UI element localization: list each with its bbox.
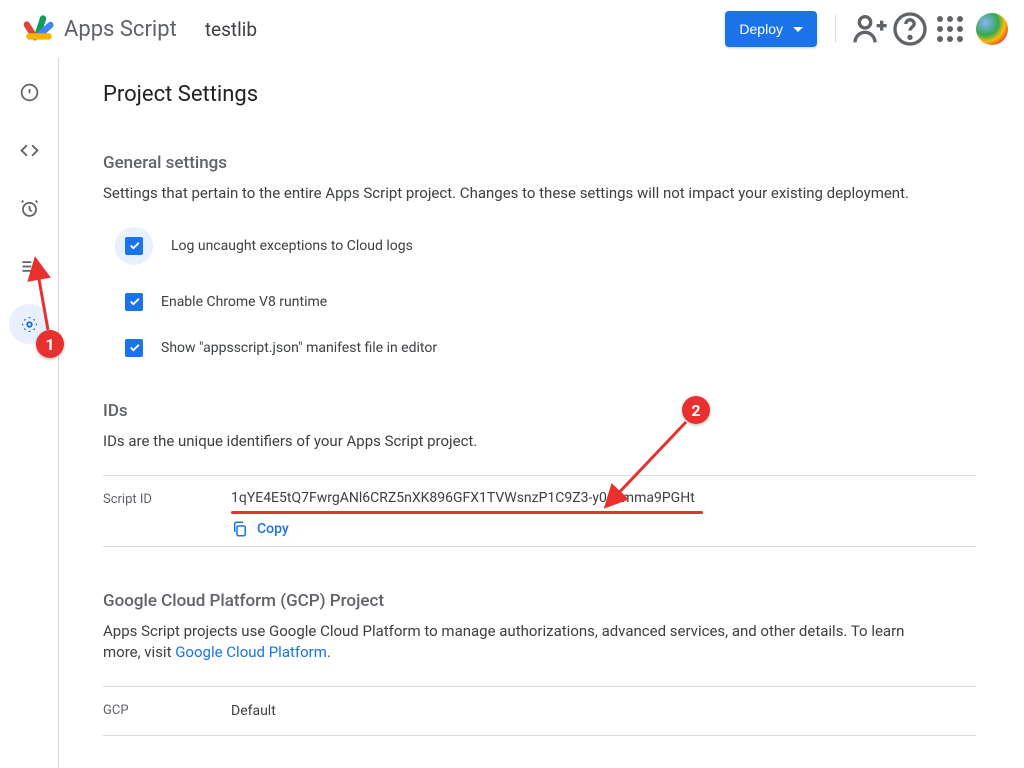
id-row: Script ID 1qYE4E5tQ7FwrgANl6CRZ5nXK896GF…	[103, 476, 976, 547]
main-content: Project Settings General settings Settin…	[59, 58, 1024, 768]
option-row: Enable Chrome V8 runtime	[125, 293, 976, 311]
section-gcp: Google Cloud Platform (GCP) Project Apps…	[103, 591, 976, 737]
section-title: IDs	[103, 401, 976, 421]
script-id-value: 1qYE4E5tQ7FwrgANl6CRZ5nXK896GFX1TVWsnzP1…	[231, 490, 695, 538]
deploy-button[interactable]: Deploy	[725, 11, 817, 47]
checkbox-halo	[115, 227, 153, 265]
section-desc: Apps Script projects use Google Cloud Pl…	[103, 621, 923, 665]
checkbox-label: Enable Chrome V8 runtime	[161, 294, 327, 310]
option-row: Log uncaught exceptions to Cloud logs	[115, 227, 976, 265]
gcp-value: Default	[231, 703, 276, 719]
app-name: Apps Script	[64, 17, 177, 42]
account-avatar[interactable]	[976, 13, 1008, 45]
checkbox[interactable]	[125, 339, 143, 357]
annotation-badge-1: 1	[36, 330, 64, 358]
apps-script-logo-icon	[22, 12, 56, 46]
gcp-key: GCP	[103, 703, 231, 719]
gcp-link[interactable]: Google Cloud Platform	[175, 643, 327, 661]
nav-rail	[0, 58, 59, 768]
copy-button[interactable]: Copy	[231, 520, 695, 538]
apps-grid-icon[interactable]	[930, 9, 970, 49]
checkbox-label: Show "appsscript.json" manifest file in …	[161, 340, 437, 356]
nav-executions[interactable]	[9, 246, 49, 286]
dropdown-triangle-icon	[793, 27, 803, 32]
app-header: Apps Script testlib Deploy	[0, 0, 1024, 58]
nav-triggers[interactable]	[9, 188, 49, 228]
section-ids: IDs IDs are the unique identifiers of yo…	[103, 401, 976, 547]
annotation-badge-2: 2	[682, 396, 710, 424]
checkbox-label: Log uncaught exceptions to Cloud logs	[171, 238, 413, 254]
checkbox[interactable]	[125, 293, 143, 311]
annotation-underline	[231, 511, 703, 514]
gcp-row: GCP Default	[103, 687, 976, 736]
section-desc: Settings that pertain to the entire Apps…	[103, 183, 923, 205]
section-general: General settings Settings that pertain t…	[103, 153, 976, 357]
id-key: Script ID	[103, 490, 231, 538]
section-desc: IDs are the unique identifiers of your A…	[103, 431, 923, 453]
page-title: Project Settings	[103, 82, 976, 107]
desc-text: .	[327, 643, 331, 661]
share-icon[interactable]	[850, 9, 890, 49]
section-title: Google Cloud Platform (GCP) Project	[103, 591, 976, 611]
help-icon[interactable]	[890, 9, 930, 49]
copy-label: Copy	[257, 521, 289, 537]
option-row: Show "appsscript.json" manifest file in …	[125, 339, 976, 357]
script-id-text[interactable]: 1qYE4E5tQ7FwrgANl6CRZ5nXK896GFX1TVWsnzP1…	[231, 490, 695, 506]
project-name[interactable]: testlib	[205, 18, 257, 41]
nav-editor[interactable]	[9, 130, 49, 170]
divider	[835, 15, 836, 43]
checkbox[interactable]	[125, 237, 143, 255]
nav-overview[interactable]	[9, 72, 49, 112]
section-title: General settings	[103, 153, 976, 173]
deploy-label: Deploy	[739, 21, 783, 37]
